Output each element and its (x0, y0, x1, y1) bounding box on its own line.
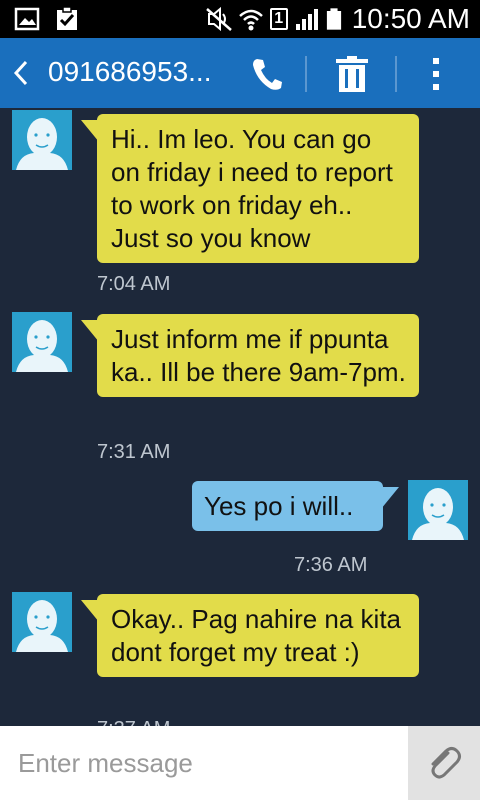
outgoing-message-bubble[interactable]: Yes po i will.. (192, 481, 399, 531)
contact-avatar[interactable] (12, 312, 72, 372)
person-icon (16, 320, 68, 372)
action-divider-2 (395, 56, 397, 92)
my-avatar[interactable] (408, 480, 468, 540)
status-bar: 1 10:50 AM (0, 0, 480, 38)
wifi-icon (238, 9, 263, 31)
signal-icon (295, 9, 318, 30)
message-composer (0, 726, 480, 800)
more-vert-icon (433, 58, 439, 90)
incoming-message-bubble[interactable]: Okay.. Pag nahire na kita dont forget my… (81, 594, 419, 677)
message-timestamp: 7:37 AM (97, 718, 170, 726)
delete-button[interactable] (326, 52, 378, 96)
contact-title[interactable]: 091686953... (48, 56, 212, 88)
message-input[interactable] (0, 726, 408, 800)
message-list[interactable]: Hi.. Im leo. You can go on friday i need… (0, 108, 480, 726)
status-clock: 10:50 AM (351, 3, 470, 34)
message-timestamp: 7:36 AM (294, 554, 368, 576)
phone-icon (253, 59, 282, 90)
action-bar: 091686953... (0, 38, 480, 108)
mute-icon (205, 6, 232, 32)
person-icon (16, 118, 68, 170)
incoming-message-bubble[interactable]: Just inform me if ppunta ka.. Ill be the… (81, 314, 419, 397)
person-icon (16, 600, 68, 652)
message-timestamp: 7:31 AM (97, 441, 171, 463)
call-button[interactable] (244, 54, 290, 94)
trash-icon (336, 56, 368, 92)
contact-avatar[interactable] (12, 592, 72, 652)
paperclip-icon (431, 747, 461, 779)
clipboard-check-icon (57, 6, 77, 30)
overflow-menu-button[interactable] (418, 52, 454, 96)
incoming-message-bubble[interactable]: Hi.. Im leo. You can go on friday i need… (81, 114, 419, 263)
attach-button[interactable] (408, 726, 480, 800)
status-right: 1 10:50 AM (205, 0, 470, 38)
status-left (14, 6, 80, 32)
action-divider (305, 56, 307, 92)
person-icon (412, 488, 464, 540)
image-icon (14, 7, 40, 31)
message-timestamp: 7:04 AM (97, 273, 171, 295)
contact-avatar[interactable] (12, 110, 72, 170)
sim-slot-badge: 1 (269, 8, 288, 30)
back-icon[interactable] (10, 58, 34, 88)
battery-icon (326, 8, 341, 30)
